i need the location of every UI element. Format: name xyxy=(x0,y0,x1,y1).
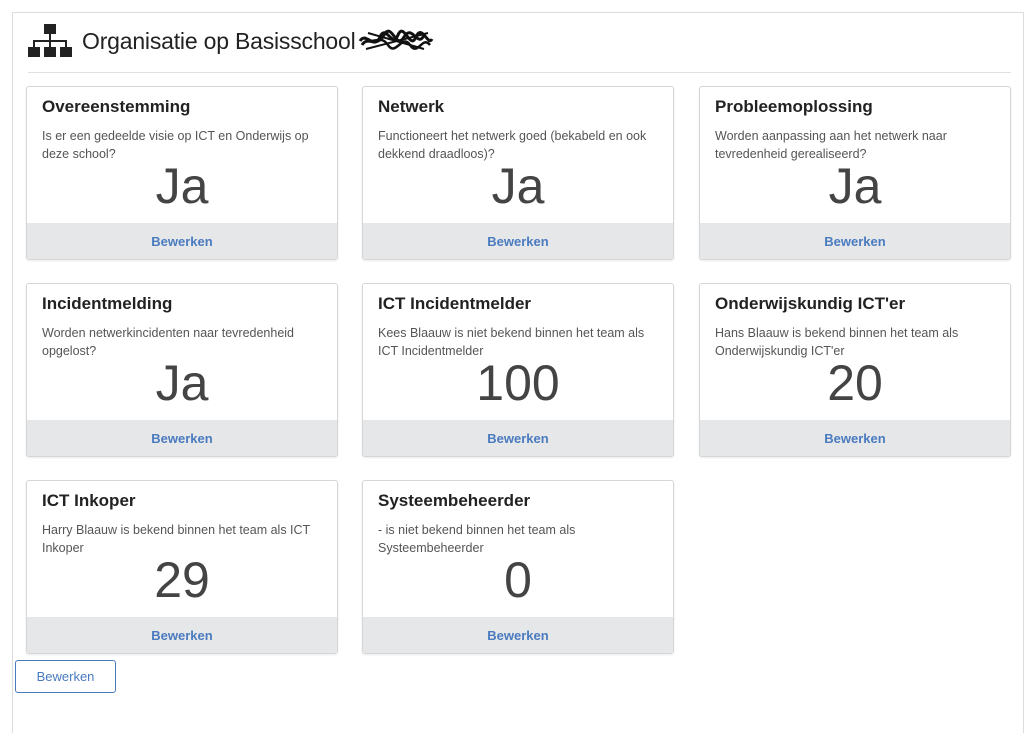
card-value: 100 xyxy=(476,355,560,411)
card-value: Ja xyxy=(155,158,209,214)
panel-header: Organisatie op Basisschool xyxy=(28,21,434,61)
card-value: 20 xyxy=(827,355,883,411)
card-title: Probleemoplossing xyxy=(715,97,873,116)
card-systeembeheerder: Systeembeheerder - is niet bekend binnen… xyxy=(362,480,674,654)
card-title: Onderwijskundig ICT'er xyxy=(715,294,906,313)
page-title: Organisatie op Basisschool xyxy=(82,27,356,54)
card-title: Netwerk xyxy=(378,97,445,116)
card-edit-link[interactable]: Bewerken xyxy=(700,223,1010,259)
card-edit-link[interactable]: Bewerken xyxy=(700,420,1010,456)
card-netwerk: Netwerk Functioneert het netwerk goed (b… xyxy=(362,86,674,260)
card-edit-link[interactable]: Bewerken xyxy=(363,420,673,456)
card-title: ICT Inkoper xyxy=(42,491,136,510)
card-value: 29 xyxy=(154,552,210,608)
card-value: Ja xyxy=(828,158,882,214)
card-title: Overeenstemming xyxy=(42,97,191,116)
card-edit-link[interactable]: Bewerken xyxy=(27,617,337,653)
card-title: Systeembeheerder xyxy=(378,491,531,510)
card-ict-inkoper: ICT Inkoper Harry Blaauw is bekend binne… xyxy=(26,480,338,654)
card-incidentmelding: Incidentmelding Worden netwerkincidenten… xyxy=(26,283,338,457)
card-probleemoplossing: Probleemoplossing Worden aanpassing aan … xyxy=(699,86,1011,260)
card-value: Ja xyxy=(491,158,545,214)
edit-button[interactable]: Bewerken xyxy=(15,660,116,693)
card-edit-link[interactable]: Bewerken xyxy=(363,617,673,653)
header-divider xyxy=(28,72,1011,73)
card-overeenstemming: Overeenstemming Is er een gedeelde visie… xyxy=(26,86,338,260)
card-title: ICT Incidentmelder xyxy=(378,294,532,313)
card-ict-incidentmelder: ICT Incidentmelder Kees Blaauw is niet b… xyxy=(362,283,674,457)
card-value: 0 xyxy=(504,552,532,608)
redacted-school-name xyxy=(358,29,434,53)
sitemap-icon xyxy=(28,24,72,58)
card-edit-link[interactable]: Bewerken xyxy=(27,223,337,259)
card-value: Ja xyxy=(155,355,209,411)
card-onderwijskundig-ict-er: Onderwijskundig ICT'er Hans Blaauw is be… xyxy=(699,283,1011,457)
card-title: Incidentmelding xyxy=(42,294,173,313)
card-edit-link[interactable]: Bewerken xyxy=(363,223,673,259)
card-edit-link[interactable]: Bewerken xyxy=(27,420,337,456)
